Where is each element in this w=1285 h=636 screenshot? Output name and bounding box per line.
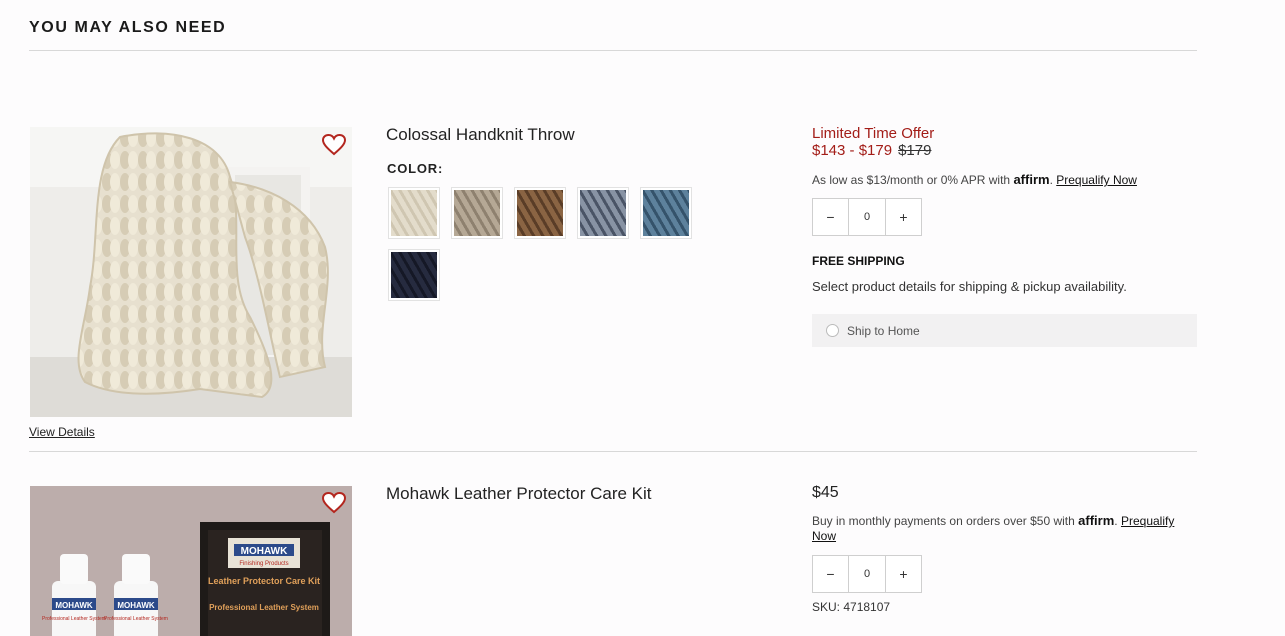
product-name[interactable]: Colossal Handknit Throw — [386, 125, 575, 145]
affirm-text: As low as $13/month or 0% APR with — [812, 173, 1011, 187]
knit-swatch-caramel — [517, 190, 563, 236]
shipping-note: Select product details for shipping & pi… — [812, 279, 1127, 294]
throw-illustration — [30, 127, 352, 417]
affirm-logo: affirm — [1078, 513, 1115, 528]
quantity-value[interactable]: 0 — [848, 199, 886, 235]
prequalify-link-now[interactable]: Now — [812, 529, 836, 543]
product-price: $45 — [812, 484, 839, 501]
kit-illustration: MOHAWK MOHAWK Professional Leather Syste… — [30, 486, 352, 636]
swatch-navy[interactable] — [388, 249, 440, 301]
swatch-oatmeal[interactable] — [451, 187, 503, 239]
affirm-financing-line: As low as $13/month or 0% APR with affir… — [812, 172, 1137, 187]
bottle-brand-right: MOHAWK — [117, 601, 155, 610]
quantity-stepper: − 0 + — [812, 555, 922, 593]
knit-swatch-oatmeal — [454, 190, 500, 236]
swatch-caramel[interactable] — [514, 187, 566, 239]
knit-swatch-denim — [643, 190, 689, 236]
quantity-value[interactable]: 0 — [848, 556, 886, 592]
prequalify-link[interactable]: Prequalify — [1121, 514, 1174, 528]
section-title: YOU MAY ALSO NEED — [29, 19, 227, 36]
prequalify-link[interactable]: Prequalify Now — [1056, 173, 1137, 187]
product-image-kit[interactable]: MOHAWK MOHAWK Professional Leather Syste… — [30, 486, 352, 636]
knit-swatch-gray-blue — [580, 190, 626, 236]
affirm-logo: affirm — [1013, 172, 1050, 187]
box-brand: MOHAWK — [241, 546, 288, 557]
decrement-button[interactable]: − — [813, 199, 848, 235]
ship-option-label: Ship to Home — [847, 323, 920, 338]
swatch-gray-blue[interactable] — [577, 187, 629, 239]
quantity-stepper: − 0 + — [812, 198, 922, 236]
divider — [29, 451, 1197, 452]
bottle-sub-left: Professional Leather System — [42, 616, 106, 622]
sale-price-range: $143 - $179 — [812, 142, 893, 159]
increment-button[interactable]: + — [886, 556, 921, 592]
wishlist-heart-icon[interactable] — [321, 491, 347, 515]
affirm-text: Buy in monthly payments on orders over $… — [812, 514, 1075, 528]
knit-swatch-navy — [391, 252, 437, 298]
ship-radio[interactable] — [826, 324, 839, 337]
price-line: $143 - $179 $179 — [812, 142, 931, 159]
color-label: COLOR: — [387, 161, 444, 176]
affirm-financing-line: Buy in monthly payments on orders over $… — [812, 513, 1175, 543]
decrement-button[interactable]: − — [813, 556, 848, 592]
increment-button[interactable]: + — [886, 199, 921, 235]
box-tagline: Professional Leather System — [209, 603, 319, 612]
box-title: Leather Protector Care Kit — [208, 576, 320, 586]
product-name[interactable]: Mohawk Leather Protector Care Kit — [386, 484, 652, 504]
swatch-denim[interactable] — [640, 187, 692, 239]
knit-swatch-ivory — [391, 190, 437, 236]
wishlist-heart-icon[interactable] — [321, 133, 347, 157]
sku-label: SKU: 4718107 — [812, 600, 891, 614]
bottle-sub-right: Professional Leather System — [104, 616, 168, 622]
view-details-link[interactable]: View Details — [29, 425, 95, 439]
ship-to-home-option[interactable]: Ship to Home — [812, 314, 1197, 347]
divider — [29, 50, 1197, 51]
free-shipping-label: FREE SHIPPING — [812, 254, 905, 268]
box-sub: Finishing Products — [239, 561, 288, 567]
product-image-throw[interactable] — [30, 127, 352, 417]
limited-offer-label: Limited Time Offer — [812, 125, 935, 142]
bottle-brand-left: MOHAWK — [55, 601, 93, 610]
swatch-ivory[interactable] — [388, 187, 440, 239]
original-price: $179 — [898, 142, 932, 159]
